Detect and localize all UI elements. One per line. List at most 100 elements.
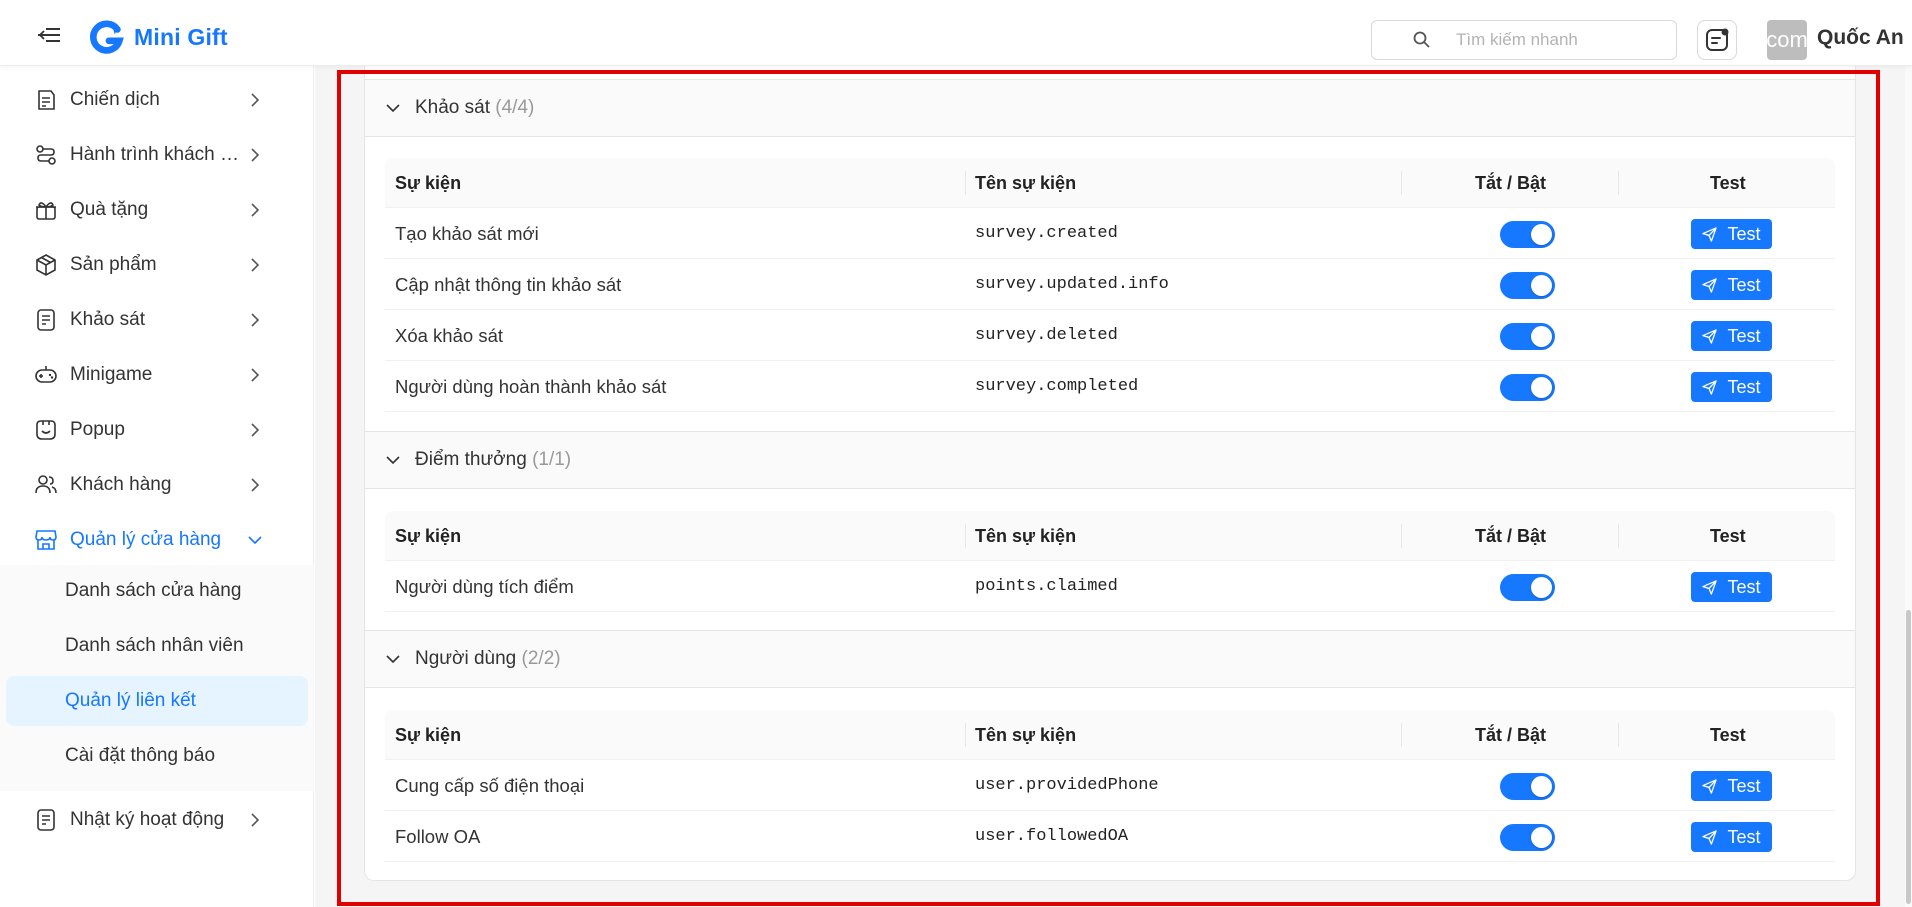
survey-icon xyxy=(37,308,55,331)
notification-button[interactable] xyxy=(1697,20,1737,60)
event-label: Cung cấp số điện thoại xyxy=(395,775,585,796)
submenu-item-label: Danh sách cửa hàng xyxy=(65,580,242,601)
panel-title: Khảo sát (4/4) xyxy=(415,97,534,119)
send-icon xyxy=(1702,379,1718,395)
gamepad-icon xyxy=(35,365,57,383)
submenu-item-store-list[interactable]: Danh sách cửa hàng xyxy=(6,566,308,616)
event-label: Tạo khảo sát mới xyxy=(395,223,539,244)
event-label: Người dùng tích điểm xyxy=(395,576,574,597)
submenu-item-label: Cài đặt thông báo xyxy=(65,745,216,766)
events-table-points: Sự kiện Tên sự kiện Tắt / Bật Test Người… xyxy=(385,511,1835,612)
sidebar-item-label: Hành trình khách hàng xyxy=(70,143,242,165)
sidebar-item-minigame[interactable]: Minigame xyxy=(0,347,314,402)
column-header-toggle: Tắt / Bật xyxy=(1475,725,1547,745)
sidebar-item-label: Minigame xyxy=(70,363,153,385)
sidebar-item-gifts[interactable]: Quà tặng xyxy=(0,182,314,237)
app-logo[interactable]: Mini Gift xyxy=(88,18,228,56)
test-button[interactable]: Test xyxy=(1691,270,1772,300)
test-button[interactable]: Test xyxy=(1691,771,1772,801)
chevron-right-icon xyxy=(251,92,260,107)
column-header-toggle: Tắt / Bật xyxy=(1475,526,1547,546)
panel-title: Người dùng (2/2) xyxy=(415,648,561,670)
event-enabled-toggle[interactable] xyxy=(1500,574,1555,601)
test-button[interactable]: Test xyxy=(1691,321,1772,351)
test-button-label: Test xyxy=(1727,376,1761,397)
product-box-icon xyxy=(36,253,56,276)
test-button-label: Test xyxy=(1727,576,1761,597)
send-icon xyxy=(1702,778,1718,794)
send-icon xyxy=(1702,226,1718,242)
menu-collapse-icon[interactable] xyxy=(38,28,60,42)
submenu-item-staff-list[interactable]: Danh sách nhân viên xyxy=(6,621,308,671)
chevron-right-icon xyxy=(251,257,260,272)
chevron-down-icon xyxy=(248,535,262,544)
chevron-right-icon xyxy=(251,367,260,382)
panel-count: (1/1) xyxy=(532,449,572,470)
event-enabled-toggle[interactable] xyxy=(1500,323,1555,350)
scrollbar-thumb[interactable] xyxy=(1906,610,1911,904)
sidebar-item-customers[interactable]: Khách hàng xyxy=(0,457,314,512)
panel-header-users[interactable]: Người dùng (2/2) xyxy=(365,630,1855,688)
sidebar-item-activity-log[interactable]: Nhật ký hoạt động xyxy=(0,792,314,847)
sidebar-item-label: Chiến dịch xyxy=(70,88,160,110)
test-button-label: Test xyxy=(1727,274,1761,295)
test-button[interactable]: Test xyxy=(1691,572,1772,602)
panel-header-survey[interactable]: Khảo sát (4/4) xyxy=(365,79,1855,137)
column-header-event-name: Tên sự kiện xyxy=(975,526,1077,546)
sidebar-item-label: Quà tặng xyxy=(70,198,149,220)
event-enabled-toggle[interactable] xyxy=(1500,374,1555,401)
campaign-icon xyxy=(38,89,55,110)
events-table-users: Sự kiện Tên sự kiện Tắt / Bật Test Cung … xyxy=(385,710,1835,862)
sidebar-item-surveys[interactable]: Khảo sát xyxy=(0,292,314,347)
event-enabled-toggle[interactable] xyxy=(1500,824,1555,851)
event-code: user.providedPhone xyxy=(975,776,1159,795)
user-name[interactable]: Quốc An xyxy=(1817,26,1904,50)
message-icon xyxy=(1706,28,1729,51)
submenu-item-link-management[interactable]: Quản lý liên kết xyxy=(6,676,308,726)
column-header-test: Test xyxy=(1710,173,1746,193)
panel-header-points[interactable]: Điểm thưởng (1/1) xyxy=(365,431,1855,489)
event-enabled-toggle[interactable] xyxy=(1500,221,1555,248)
panel-title: Điểm thưởng (1/1) xyxy=(415,449,571,471)
sidebar-item-store-management[interactable]: Quản lý cửa hàng xyxy=(0,512,314,567)
sidebar-item-customer-journey[interactable]: Hành trình khách hàng xyxy=(0,127,314,182)
submenu-item-notification-settings[interactable]: Cài đặt thông báo xyxy=(6,731,308,781)
event-enabled-toggle[interactable] xyxy=(1500,773,1555,800)
chevron-right-icon xyxy=(251,202,260,217)
chevron-right-icon xyxy=(251,812,260,827)
event-code: survey.created xyxy=(975,224,1118,243)
event-code: user.followedOA xyxy=(975,827,1129,846)
sidebar: Chiến dịch Hành trình khách hàng Quà tặn… xyxy=(0,66,314,907)
table-row: Người dùng hoàn thành khảo sát survey.co… xyxy=(385,361,1835,412)
send-icon xyxy=(1702,579,1718,595)
table-row: Follow OA user.followedOA Test xyxy=(385,811,1835,862)
column-header-test: Test xyxy=(1710,526,1746,546)
chevron-right-icon xyxy=(251,422,260,437)
avatar[interactable]: com xyxy=(1767,20,1807,60)
avatar-text: com xyxy=(1767,27,1807,52)
search-icon xyxy=(1413,31,1430,48)
events-table-survey: Sự kiện Tên sự kiện Tắt / Bật Test Tạo k… xyxy=(385,158,1835,412)
chevron-right-icon xyxy=(251,147,260,162)
logo-icon xyxy=(89,20,124,54)
search-input[interactable] xyxy=(1456,30,1656,50)
sidebar-item-label: Nhật ký hoạt động xyxy=(70,808,225,830)
event-enabled-toggle[interactable] xyxy=(1500,272,1555,299)
event-label: Cập nhật thông tin khảo sát xyxy=(395,274,622,295)
chevron-down-icon xyxy=(386,456,400,465)
table-row: Cập nhật thông tin khảo sát survey.updat… xyxy=(385,259,1835,310)
sidebar-item-campaigns[interactable]: Chiến dịch xyxy=(0,72,314,127)
send-icon xyxy=(1702,829,1718,845)
event-code: survey.deleted xyxy=(975,326,1118,345)
sidebar-item-label: Popup xyxy=(70,418,125,440)
panel-title-text: Người dùng xyxy=(415,648,517,669)
test-button[interactable]: Test xyxy=(1691,372,1772,402)
sidebar-item-label: Quản lý cửa hàng xyxy=(70,528,222,550)
test-button[interactable]: Test xyxy=(1691,822,1772,852)
sidebar-item-popup[interactable]: Popup xyxy=(0,402,314,457)
table-header-row: Sự kiện Tên sự kiện Tắt / Bật Test xyxy=(385,511,1835,561)
column-header-event-name: Tên sự kiện xyxy=(975,173,1077,193)
sidebar-item-products[interactable]: Sản phẩm xyxy=(0,237,314,292)
quick-search-box[interactable] xyxy=(1371,20,1677,60)
test-button[interactable]: Test xyxy=(1691,219,1772,249)
